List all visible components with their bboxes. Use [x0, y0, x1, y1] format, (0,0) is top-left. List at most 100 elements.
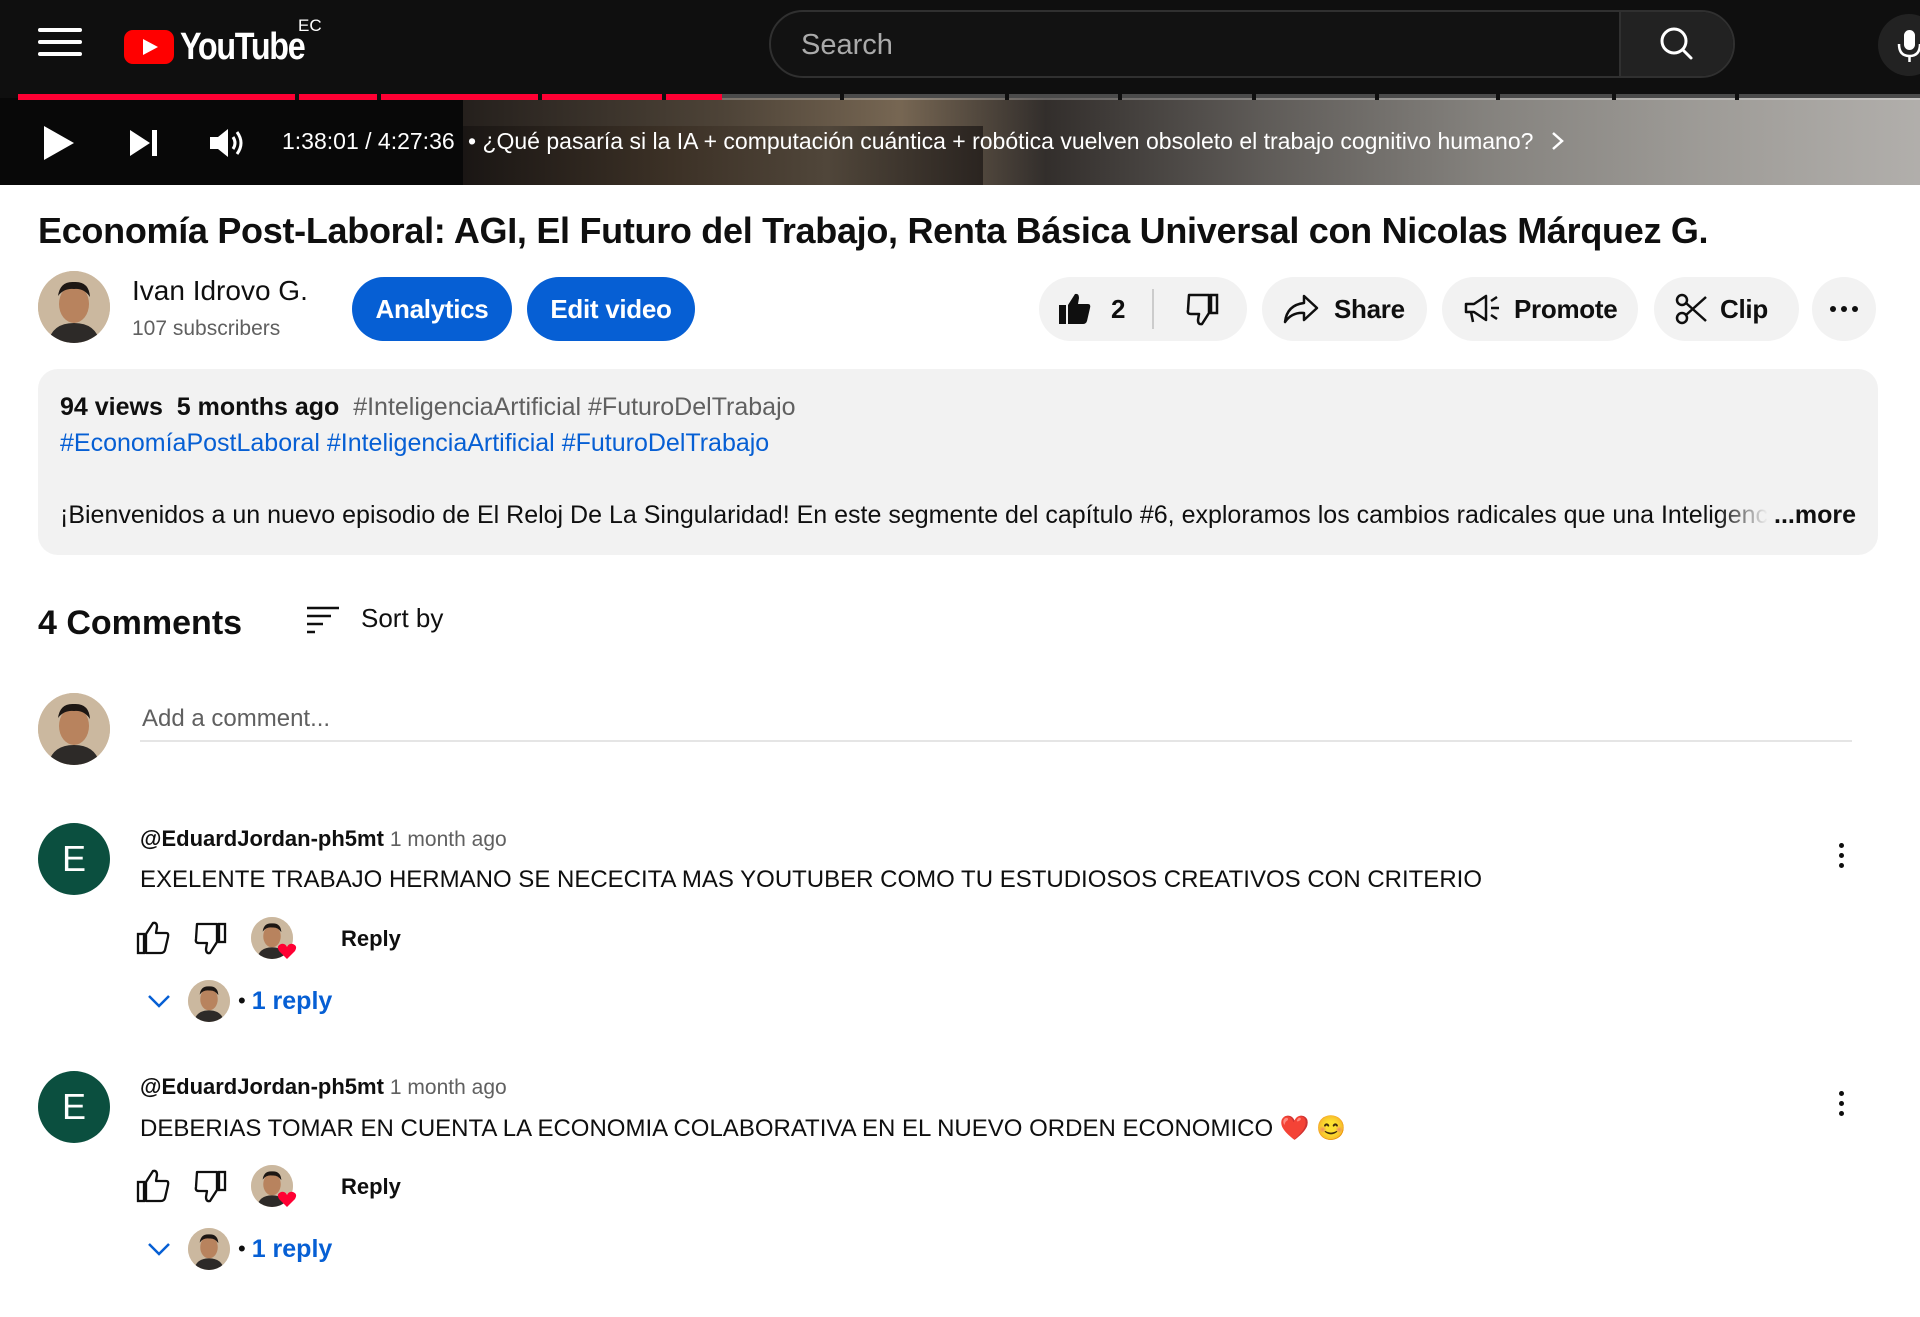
comment-dislike-button[interactable] [193, 920, 229, 961]
chevron-right-icon [1551, 132, 1564, 150]
play-icon[interactable] [44, 126, 74, 160]
chapter-marker [377, 94, 381, 100]
thumbs-down-icon [194, 922, 227, 955]
megaphone-icon [1464, 294, 1499, 323]
thumbs-down-icon [1186, 293, 1219, 326]
comment-dislike-button[interactable] [193, 1168, 229, 1209]
like-dislike-bar: 2 [1039, 277, 1247, 341]
like-button[interactable]: 2 [1039, 277, 1151, 341]
video-title: Economía Post-Laboral: AGI, El Futuro de… [38, 210, 1709, 251]
chapter-marker [840, 94, 844, 100]
thumbs-up-icon [136, 1169, 170, 1203]
scissors-icon [1675, 293, 1707, 325]
creator-heart[interactable] [251, 917, 297, 959]
more-horizontal-icon [1830, 306, 1858, 312]
logo-text: YouTube [180, 25, 306, 68]
sort-by-button[interactable]: Sort by [305, 603, 443, 634]
dislike-button[interactable] [1169, 277, 1239, 341]
chapter-title[interactable]: • ¿Qué pasaría si la IA + computación cu… [468, 128, 1566, 155]
creator-heart[interactable] [251, 1165, 297, 1207]
comment-time[interactable]: 1 month ago [390, 828, 507, 851]
hashtag-link[interactable]: #EconomíaPostLaboral [60, 429, 320, 457]
clip-button[interactable]: Clip [1654, 277, 1799, 341]
comment-menu-icon[interactable] [1826, 1086, 1856, 1126]
time-display: 1:38:01 / 4:27:36 [282, 128, 455, 154]
reply-button[interactable]: Reply [341, 926, 401, 952]
comment-text: DEBERIAS TOMAR EN CUENTA LA ECONOMIA COL… [140, 1115, 1347, 1142]
comment-like-button[interactable] [135, 920, 171, 961]
chapter-marker [1496, 94, 1500, 100]
view-replies-toggle[interactable]: • 1 reply [146, 1228, 332, 1270]
channel-avatar[interactable] [38, 271, 110, 343]
menu-icon[interactable] [38, 28, 82, 62]
search-box [769, 10, 1735, 78]
chapter-marker [1735, 94, 1739, 100]
chapter-marker [662, 94, 666, 100]
share-button[interactable]: Share [1262, 277, 1427, 341]
replies-count: 1 reply [251, 986, 333, 1015]
comment-author[interactable]: @EduardJordan-ph5mt [140, 1074, 384, 1099]
show-more-link[interactable]: ...more [1768, 501, 1856, 530]
chapter-marker [1005, 94, 1009, 100]
reply-button[interactable]: Reply [341, 1174, 401, 1200]
description-box[interactable]: 94 views 5 months ago #InteligenciaArtif… [38, 369, 1878, 555]
thumbs-up-filled-icon [1059, 293, 1091, 324]
thumbs-up-icon [136, 921, 170, 955]
description-meta: 94 views 5 months ago #InteligenciaArtif… [60, 393, 796, 422]
chapter-marker [1252, 94, 1256, 100]
play-logo-icon [124, 30, 174, 64]
microphone-icon [1897, 30, 1920, 62]
view-replies-toggle[interactable]: • 1 reply [146, 980, 332, 1022]
add-comment-input[interactable] [140, 698, 1852, 742]
comment-time[interactable]: 1 month ago [390, 1076, 507, 1099]
progress-played [18, 94, 722, 100]
description-fade [1718, 501, 1768, 533]
reply-avatar [188, 980, 230, 1022]
heart-icon [277, 943, 297, 959]
comment-author[interactable]: @EduardJordan-ph5mt [140, 826, 384, 851]
promote-button[interactable]: Promote [1442, 277, 1638, 341]
share-icon [1283, 294, 1319, 324]
chevron-down-icon [148, 995, 170, 1008]
voice-search-button[interactable] [1878, 14, 1920, 76]
thumbs-down-icon [194, 1170, 227, 1203]
analytics-button[interactable]: Analytics [352, 277, 512, 341]
hashtag-link[interactable]: #InteligenciaArtificial [327, 429, 555, 457]
volume-icon[interactable] [208, 126, 248, 160]
chapter-marker [1375, 94, 1379, 100]
sort-label: Sort by [361, 603, 444, 633]
bullet: • [238, 988, 246, 1013]
meta-hashtags[interactable]: #InteligenciaArtificial #FuturoDelTrabaj… [353, 393, 795, 421]
more-actions-button[interactable] [1812, 277, 1876, 341]
subscriber-count: 107 subscribers [132, 317, 281, 340]
chapter-label: • ¿Qué pasaría si la IA + computación cu… [468, 128, 1534, 154]
sort-icon [307, 606, 339, 633]
channel-name[interactable]: Ivan Idrovo G. [132, 275, 308, 307]
reply-avatar [188, 1228, 230, 1270]
next-icon[interactable] [128, 128, 160, 158]
like-count: 2 [1111, 294, 1126, 324]
search-icon [1660, 27, 1693, 60]
youtube-logo[interactable]: YouTube [124, 24, 326, 70]
hashtag-link[interactable]: #FuturoDelTrabajo [562, 429, 770, 457]
user-avatar [38, 693, 110, 765]
comment-like-button[interactable] [135, 1168, 171, 1209]
commenter-avatar[interactable]: E [38, 823, 110, 895]
comment-header: @EduardJordan-ph5mt 1 month ago [140, 826, 507, 852]
chapter-marker [538, 94, 542, 100]
comment-menu-icon[interactable] [1826, 838, 1856, 878]
search-button[interactable] [1619, 12, 1733, 76]
replies-count: 1 reply [251, 1234, 333, 1263]
upload-age: 5 months ago [176, 393, 340, 421]
edit-video-button[interactable]: Edit video [527, 277, 695, 341]
comment-text: EXELENTE TRABAJO HERMANO SE NECECITA MAS… [140, 866, 1482, 893]
divider [1152, 289, 1154, 329]
chapter-marker [295, 94, 299, 100]
commenter-avatar[interactable]: E [38, 1071, 110, 1143]
chevron-down-icon [148, 1243, 170, 1256]
country-code: EC [298, 16, 322, 35]
comments-count: 4 Comments [38, 604, 243, 642]
bullet: • [238, 1236, 246, 1261]
search-input[interactable] [799, 12, 1483, 76]
description-hashtags: #EconomíaPostLaboral #InteligenciaArtifi… [60, 429, 769, 458]
